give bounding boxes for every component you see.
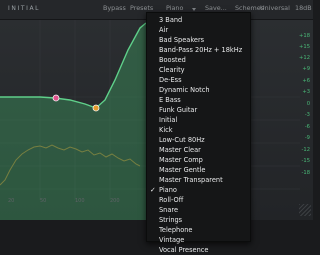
- preset-item-label: Initial: [159, 116, 178, 124]
- preset-item-vintage[interactable]: Vintage: [147, 235, 250, 245]
- db-label: +12: [299, 55, 310, 61]
- preset-item-clearity[interactable]: Clearity: [147, 65, 250, 75]
- db-label: -12: [301, 147, 310, 153]
- preset-item-label: 3 Band: [159, 16, 183, 24]
- db-label: +3: [302, 89, 310, 95]
- preset-item-label: Piano: [159, 186, 177, 194]
- db-label: -3: [304, 112, 310, 118]
- freq-label: 100: [75, 198, 85, 204]
- preset-item-kick[interactable]: Kick: [147, 125, 250, 135]
- preset-item-band-pass[interactable]: Band-Pass 20Hz + 18kHz: [147, 45, 250, 55]
- preset-item-strings[interactable]: Strings: [147, 215, 250, 225]
- preset-item-snare[interactable]: Snare: [147, 205, 250, 215]
- preset-item-bad-speakers[interactable]: Bad Speakers: [147, 35, 250, 45]
- plugin-logo: INITIAL: [8, 5, 41, 12]
- bypass-button[interactable]: Bypass: [103, 4, 126, 13]
- eq-node-2: [92, 104, 100, 112]
- preset-item-initial[interactable]: Initial: [147, 115, 250, 125]
- preset-item-roll-off[interactable]: Roll-Off: [147, 195, 250, 205]
- preset-item-label: Master Comp: [159, 156, 203, 164]
- preset-item-master-transparent[interactable]: Master Transparent: [147, 175, 250, 185]
- preset-item-low-cut[interactable]: Low-Cut 80Hz: [147, 135, 250, 145]
- preset-item-label: Boosted: [159, 56, 186, 64]
- preset-item-funk-guitar[interactable]: Funk Guitar: [147, 105, 250, 115]
- preset-item-3-band[interactable]: 3 Band: [147, 15, 250, 25]
- preset-item-label: Vocal Presence: [159, 246, 209, 254]
- db-label: +15: [299, 44, 310, 50]
- preset-item-label: Air: [159, 26, 169, 34]
- db-label: +18: [299, 33, 310, 39]
- preset-item-label: Master Transparent: [159, 176, 223, 184]
- preset-item-master-comp[interactable]: Master Comp: [147, 155, 250, 165]
- preset-item-label: Band-Pass 20Hz + 18kHz: [159, 46, 243, 54]
- scheme-selector[interactable]: Universal: [260, 4, 290, 13]
- db-label: +6: [302, 78, 310, 84]
- db-label: -15: [301, 158, 310, 164]
- freq-label: 50: [40, 198, 47, 204]
- preset-item-label: Clearity: [159, 66, 185, 74]
- resize-handle[interactable]: [299, 204, 311, 216]
- preset-item-dynamic-notch[interactable]: Dynamic Notch: [147, 85, 250, 95]
- preset-item-label: Funk Guitar: [159, 106, 198, 114]
- preset-item-label: Vintage: [159, 236, 185, 244]
- preset-item-label: Kick: [159, 126, 173, 134]
- db-label: +9: [302, 66, 310, 72]
- preset-item-telephone[interactable]: Telephone: [147, 225, 250, 235]
- preset-item-label: Snare: [159, 206, 179, 214]
- preset-item-label: Master Gentle: [159, 166, 206, 174]
- preset-item-piano[interactable]: ✓ Piano: [147, 185, 250, 195]
- db-label: -9: [304, 135, 310, 141]
- preset-item-label: Strings: [159, 216, 183, 224]
- preset-item-master-gentle[interactable]: Master Gentle: [147, 165, 250, 175]
- preset-item-label: Dynamic Notch: [159, 86, 210, 94]
- preset-item-e-bass[interactable]: E Bass: [147, 95, 250, 105]
- freq-label: 200: [110, 198, 120, 204]
- preset-item-label: Low-Cut 80Hz: [159, 136, 205, 144]
- chevron-down-icon: [192, 8, 196, 11]
- resolution-selector[interactable]: 18dB: [295, 4, 312, 13]
- preset-item-label: Master Clear: [159, 146, 201, 154]
- db-label: -6: [304, 124, 310, 130]
- check-icon: ✓: [150, 186, 156, 194]
- preset-item-label: Telephone: [159, 226, 193, 234]
- preset-item-air[interactable]: Air: [147, 25, 250, 35]
- preset-item-label: E Bass: [159, 96, 181, 104]
- eq-node-1: [52, 94, 60, 102]
- preset-item-vocal-presence[interactable]: Vocal Presence: [147, 245, 250, 255]
- preset-item-label: Roll-Off: [159, 196, 184, 204]
- eq-curve-fill: [0, 23, 146, 220]
- db-label: 0: [306, 101, 310, 107]
- preset-item-boosted[interactable]: Boosted: [147, 55, 250, 65]
- preset-item-label: Bad Speakers: [159, 36, 205, 44]
- preset-menu: 3 Band Air Bad Speakers Band-Pass 20Hz +…: [146, 12, 251, 254]
- preset-item-de-ess[interactable]: De-Ess: [147, 75, 250, 85]
- preset-item-label: De-Ess: [159, 76, 182, 84]
- db-label: -18: [301, 170, 310, 176]
- freq-label: 20: [8, 198, 15, 204]
- preset-item-master-clear[interactable]: Master Clear: [147, 145, 250, 155]
